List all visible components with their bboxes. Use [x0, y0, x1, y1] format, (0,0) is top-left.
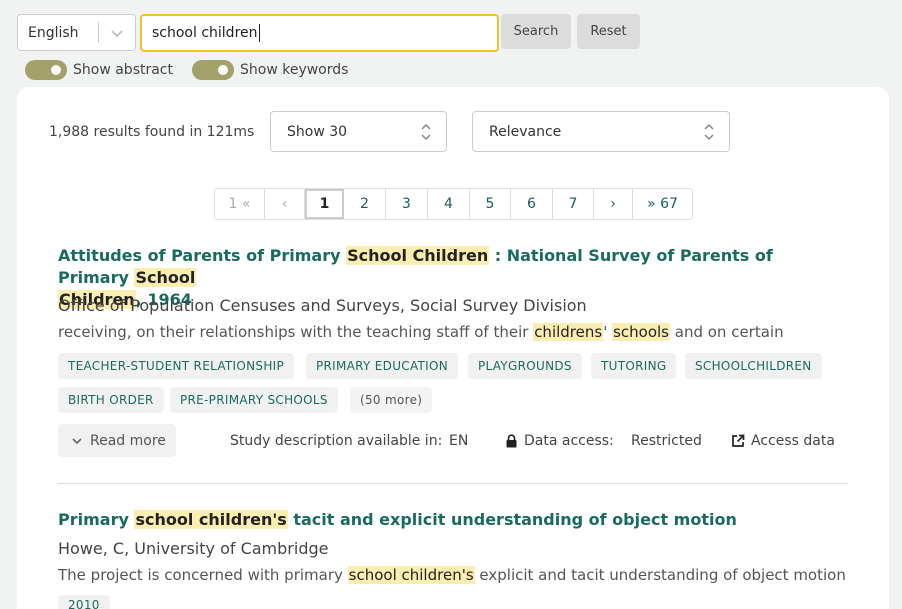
search-button[interactable]: Search — [501, 14, 571, 49]
title-highlight: School Children — [346, 246, 490, 265]
chevron-down-icon — [72, 437, 82, 444]
keyword-tag[interactable]: TUTORING — [591, 353, 677, 379]
language-select[interactable]: English — [17, 14, 136, 51]
language-value: English — [28, 24, 79, 41]
toggle-keywords[interactable]: Show keywords — [192, 60, 348, 80]
abstract-text: receiving, on their relationships with t… — [58, 323, 534, 341]
access-data-link[interactable]: Access data — [731, 433, 835, 449]
keyword-tag[interactable]: BIRTH ORDER — [58, 387, 164, 413]
page-2[interactable]: 2 — [344, 189, 386, 219]
abstract-highlight: schools — [612, 323, 670, 341]
text-caret — [258, 24, 260, 42]
toggle-abstract[interactable]: Show abstract — [25, 60, 173, 80]
keyword-tag[interactable]: PLAYGROUNDS — [468, 353, 582, 379]
result-divider — [58, 483, 848, 484]
keyword-tag[interactable]: SCHOOLCHILDREN — [685, 353, 822, 379]
page-last[interactable]: » 67 — [633, 189, 692, 219]
toggle-abstract-label: Show abstract — [73, 62, 173, 78]
abstract-highlight: school children's — [347, 566, 475, 584]
toggle-switch-keywords[interactable] — [192, 60, 234, 80]
toggle-switch-abstract[interactable] — [25, 60, 67, 80]
page-4[interactable]: 4 — [428, 189, 470, 219]
study-desc-language[interactable]: EN — [449, 433, 468, 449]
lock-icon — [506, 434, 517, 448]
results-count: 1,988 results found in 121ms — [49, 124, 255, 140]
result-creator: Office of Population Censuses and Survey… — [58, 296, 587, 315]
search-query: school children — [152, 25, 258, 41]
keyword-tag[interactable]: PRE-PRIMARY SCHOOLS — [170, 387, 338, 413]
abstract-text: ' — [603, 323, 613, 341]
sort-select[interactable]: Relevance — [472, 111, 730, 152]
pagination: 1 « ‹ 1 2 3 4 5 6 7 › » 67 — [214, 188, 693, 220]
title-text: tacit and explicit understanding of obje… — [287, 510, 737, 529]
keyword-tag[interactable]: PRIMARY EDUCATION — [306, 353, 459, 379]
title-text: Primary — [58, 510, 135, 529]
result-title-link[interactable]: Primary school children's tacit and expl… — [58, 509, 848, 531]
title-highlight: school children's — [134, 510, 288, 529]
page-size-value: Show 30 — [287, 123, 348, 140]
data-access-value: Restricted — [631, 433, 702, 449]
page-1[interactable]: 1 — [305, 189, 344, 219]
keyword-tag[interactable]: TEACHER-STUDENT RELATIONSHIP — [58, 353, 295, 379]
chevron-down-icon[interactable] — [99, 26, 135, 40]
study-desc-lang: EN — [449, 433, 469, 449]
year-tag[interactable]: 2010 — [58, 595, 110, 609]
updown-chevron-icon — [420, 122, 432, 142]
page-6[interactable]: 6 — [511, 189, 553, 219]
page-first[interactable]: 1 « — [215, 189, 265, 219]
result-creator: Howe, C, University of Cambridge — [58, 539, 329, 558]
abstract-text: explicit and tacit understanding of obje… — [474, 566, 846, 584]
data-access-status: Restricted — [631, 433, 702, 449]
access-data-label: Access data — [751, 433, 835, 449]
data-access-info: Data access: — [505, 433, 614, 449]
study-desc-label: Study description available in: — [230, 433, 443, 449]
result-abstract: The project is concerned with primary sc… — [58, 566, 846, 584]
study-description-info: Study description available in: — [230, 433, 442, 449]
sort-value: Relevance — [489, 123, 562, 140]
page-5[interactable]: 5 — [470, 189, 511, 219]
more-keywords-button[interactable]: (50 more) — [350, 387, 433, 413]
title-text: Attitudes of Parents of Primary — [58, 246, 347, 265]
page-7[interactable]: 7 — [553, 189, 594, 219]
search-input[interactable]: school children — [140, 14, 499, 52]
page-next[interactable]: › — [594, 189, 633, 219]
toggle-keywords-label: Show keywords — [240, 62, 349, 78]
result-abstract: receiving, on their relationships with t… — [58, 323, 784, 341]
page-3[interactable]: 3 — [386, 189, 428, 219]
page-prev[interactable]: ‹ — [265, 189, 305, 219]
data-access-label: Data access: — [524, 433, 614, 449]
title-highlight: School — [134, 268, 197, 287]
read-more-button[interactable]: Read more — [58, 424, 176, 457]
abstract-highlight: childrens — [533, 323, 604, 341]
abstract-text: The project is concerned with primary — [58, 566, 348, 584]
updown-chevron-icon — [703, 122, 715, 142]
page-size-select[interactable]: Show 30 — [270, 111, 447, 152]
reset-button[interactable]: Reset — [577, 14, 640, 49]
read-more-label: Read more — [90, 432, 166, 449]
abstract-text: and on certain — [670, 323, 784, 341]
external-link-icon — [732, 434, 745, 447]
